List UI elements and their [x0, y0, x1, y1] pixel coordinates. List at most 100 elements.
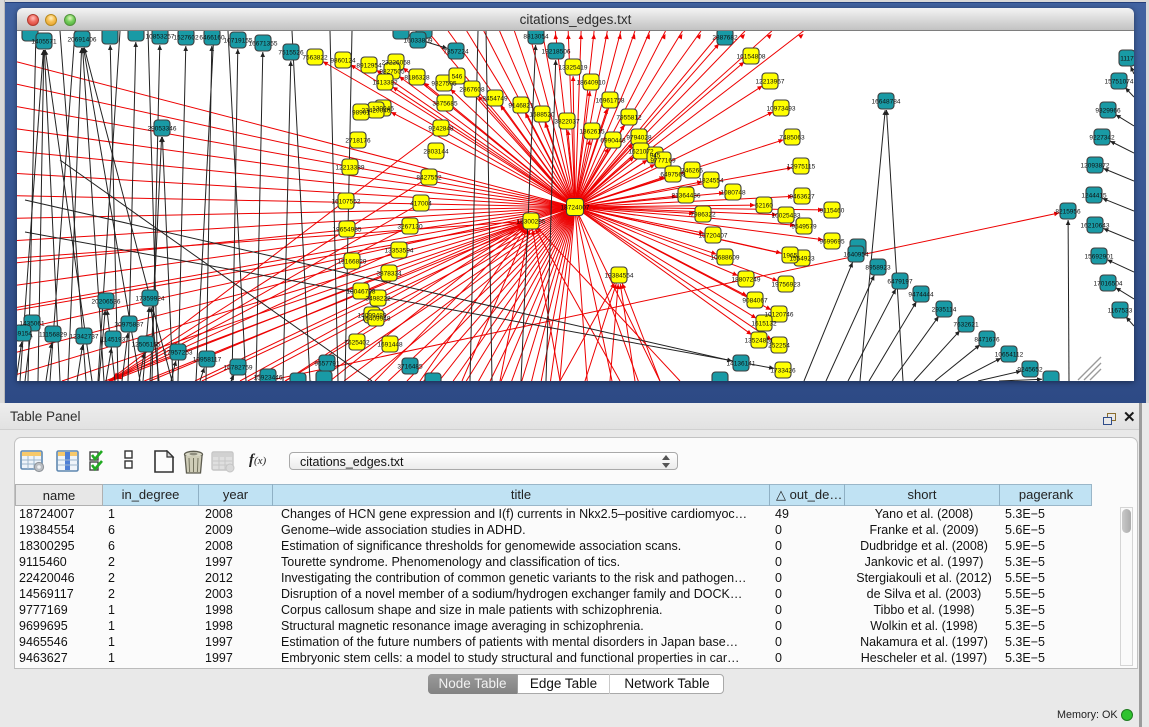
svg-text:1824554: 1824554	[698, 178, 724, 185]
svg-text:9860124: 9860124	[330, 58, 356, 65]
svg-text:3822037: 3822037	[554, 119, 580, 126]
svg-text:1615132: 1615132	[751, 321, 777, 328]
svg-text:16409948: 16409948	[362, 316, 391, 323]
svg-text:1145193: 1145193	[101, 337, 126, 344]
svg-text:7632621: 7632621	[953, 322, 979, 329]
svg-text:10973493: 10973493	[767, 106, 796, 113]
svg-text:16671355: 16671355	[249, 41, 278, 48]
svg-text:12213967: 12213967	[756, 79, 785, 86]
svg-text:19218506: 19218506	[542, 49, 571, 56]
svg-text:2935114: 2935114	[932, 307, 957, 314]
svg-text:3878334: 3878334	[376, 271, 402, 278]
svg-text:8215956: 8215956	[1055, 209, 1081, 216]
svg-text:8813054: 8813054	[523, 34, 549, 41]
svg-text:8912954: 8912954	[356, 63, 382, 70]
svg-text:20206536: 20206536	[92, 299, 121, 306]
svg-text:10025433: 10025433	[772, 213, 801, 220]
svg-text:16107552: 16107552	[332, 199, 361, 206]
svg-text:9115460: 9115460	[820, 208, 845, 215]
svg-text:7955812: 7955812	[616, 115, 642, 122]
svg-text:10688609: 10688609	[711, 255, 740, 262]
svg-text:62160: 62160	[755, 203, 773, 210]
svg-text:8454749: 8454749	[482, 96, 508, 103]
svg-text:9699695: 9699695	[819, 239, 845, 246]
svg-text:16210643: 16210643	[1081, 223, 1110, 230]
svg-text:1691448: 1691448	[377, 342, 403, 349]
svg-text:13353594: 13353594	[385, 248, 414, 255]
svg-text:17016504: 17016504	[1094, 281, 1123, 288]
svg-text:7485063: 7485063	[779, 135, 805, 142]
svg-text:3875685: 3875685	[432, 101, 458, 108]
svg-text:19166829: 19166829	[338, 259, 367, 266]
svg-text:9463627: 9463627	[789, 194, 815, 201]
svg-text:15923446: 15923446	[254, 375, 283, 382]
svg-text:16782759: 16782759	[224, 365, 253, 372]
svg-text:2803144: 2803144	[423, 149, 449, 156]
svg-text:1362615: 1362615	[579, 129, 605, 136]
svg-text:2867608: 2867608	[459, 87, 485, 94]
svg-text:8427552: 8427552	[416, 175, 442, 182]
svg-text:12093872: 12093872	[1081, 163, 1110, 170]
svg-text:1733426: 1733426	[770, 368, 796, 375]
svg-text:417004: 417004	[410, 201, 432, 208]
svg-text:13325419: 13325419	[559, 65, 588, 72]
svg-text:7625402: 7625402	[344, 340, 370, 347]
svg-text:9794028: 9794028	[626, 135, 652, 142]
svg-text:10046798: 10046798	[347, 289, 376, 296]
svg-text:17957253: 17957253	[164, 350, 193, 357]
svg-text:12213389: 12213389	[336, 165, 365, 172]
svg-text:1117: 1117	[1120, 56, 1134, 63]
svg-text:15692901: 15692901	[1085, 254, 1114, 261]
svg-text:18300295: 18300295	[517, 219, 546, 226]
svg-text:1405571: 1405571	[31, 39, 57, 46]
svg-text:1413382: 1413382	[372, 80, 398, 87]
svg-text:1588520: 1588520	[529, 112, 555, 119]
svg-text:12342737: 12342737	[70, 334, 99, 341]
svg-text:18807249: 18807249	[732, 277, 761, 284]
svg-text:1080748: 1080748	[720, 190, 746, 197]
svg-text:6990448: 6990448	[600, 138, 626, 145]
svg-text:546: 546	[452, 74, 463, 81]
svg-text:252254: 252254	[768, 343, 790, 350]
svg-text:15720407: 15720407	[699, 233, 728, 240]
svg-text:16033809: 16033809	[404, 38, 433, 45]
svg-text:12975115: 12975115	[787, 164, 816, 171]
svg-text:20691406: 20691406	[68, 37, 97, 44]
svg-text:10120746: 10120746	[765, 312, 794, 319]
svg-text:19384554: 19384554	[605, 273, 634, 280]
svg-text:9777169: 9777169	[650, 158, 676, 165]
svg-text:21364436: 21364436	[672, 193, 701, 200]
svg-text:9245652: 9245652	[1017, 367, 1043, 374]
svg-text:9327505: 9327505	[431, 81, 457, 88]
svg-text:9242848: 9242848	[428, 126, 454, 133]
svg-text:17359924: 17359924	[136, 296, 165, 303]
svg-text:9329966: 9329966	[1095, 108, 1121, 115]
svg-text:39154: 39154	[17, 331, 32, 338]
svg-text:3498222: 3498222	[365, 296, 391, 303]
svg-text:9227342: 9227342	[1089, 135, 1115, 142]
svg-text:98961: 98961	[352, 110, 370, 117]
svg-text:10654112: 10654112	[995, 352, 1024, 359]
svg-text:3267130: 3267130	[397, 224, 423, 231]
svg-text:1640954: 1640954	[843, 252, 869, 259]
svg-text:9084067: 9084067	[742, 298, 768, 305]
svg-text:9146821: 9146821	[508, 103, 534, 110]
svg-text:1527602: 1527602	[173, 35, 199, 42]
svg-text:18724007: 18724007	[561, 205, 590, 212]
svg-text:8958923: 8958923	[865, 265, 891, 272]
svg-text:16154808: 16154808	[737, 54, 766, 61]
svg-text:18640910: 18640910	[577, 80, 606, 87]
svg-text:3716485: 3716485	[397, 364, 423, 371]
svg-text:2887682: 2887682	[712, 35, 738, 42]
svg-text:1244415: 1244415	[1081, 193, 1107, 200]
svg-text:746266: 746266	[681, 168, 703, 175]
svg-text:29053346: 29053346	[148, 126, 177, 133]
svg-text:15751074: 15751074	[1105, 79, 1134, 86]
svg-text:7357224: 7357224	[443, 49, 469, 56]
svg-text:12505155: 12505155	[132, 342, 161, 349]
svg-text:7563822: 7563822	[302, 55, 328, 62]
svg-text:1435061: 1435061	[19, 321, 45, 328]
svg-text:1965: 1965	[783, 253, 798, 260]
svg-text:6466160: 6466160	[199, 35, 225, 42]
svg-text:8471676: 8471676	[974, 337, 1000, 344]
